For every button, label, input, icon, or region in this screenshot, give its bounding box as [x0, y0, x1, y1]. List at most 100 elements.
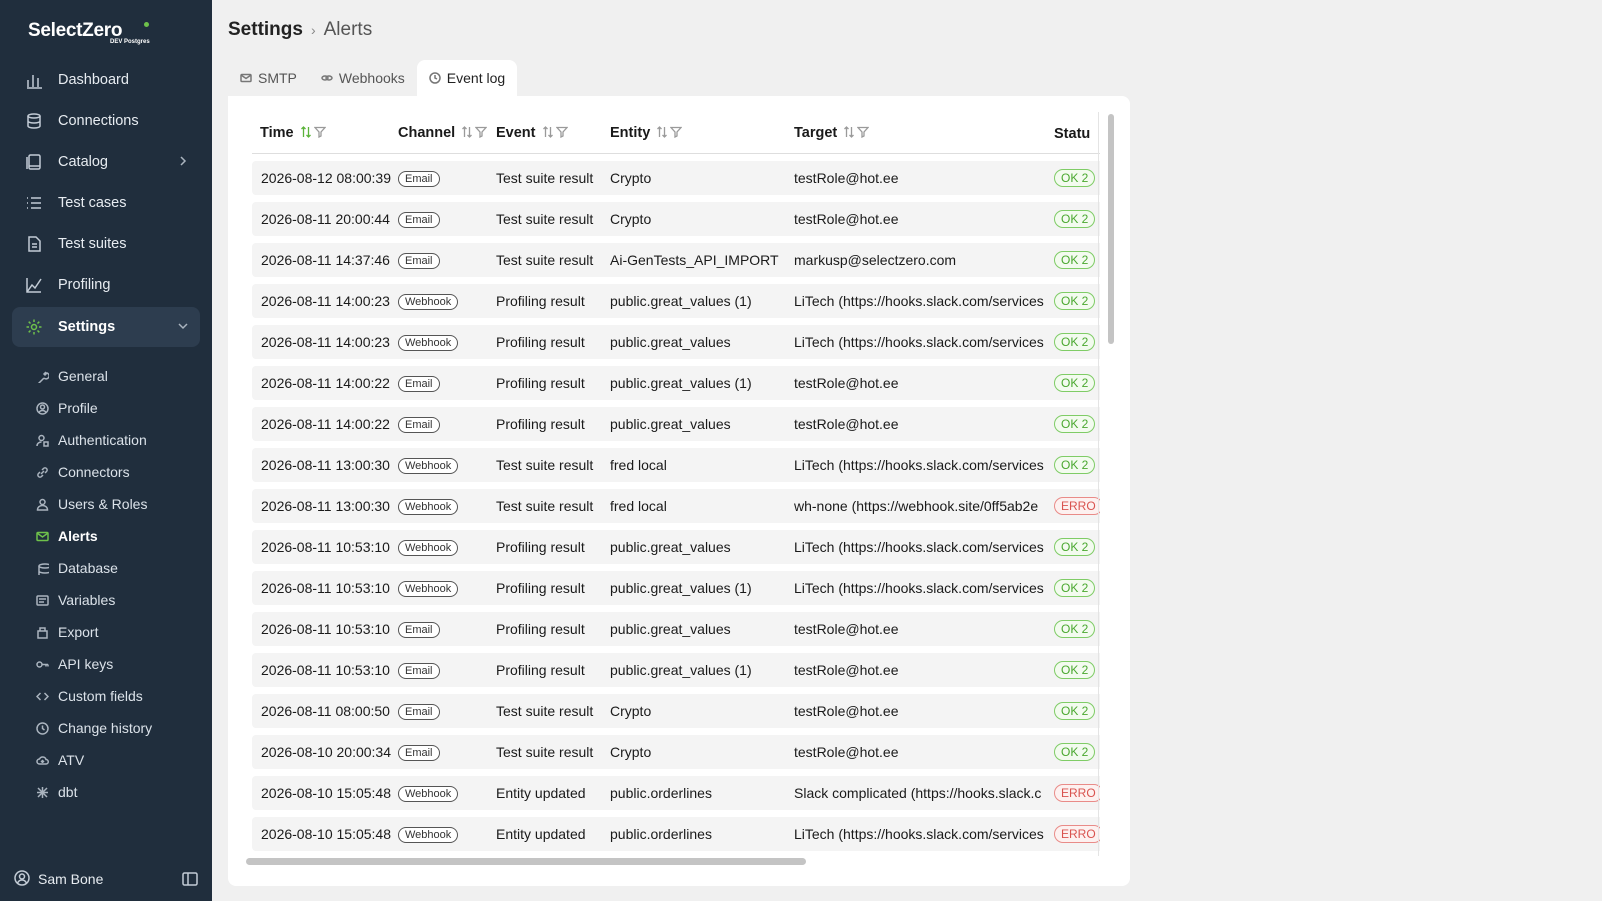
tab-smtp[interactable]: SMTP	[228, 60, 309, 96]
cell-target: LiTech (https://hooks.slack.com/services	[794, 571, 1054, 605]
cell-entity-text: Ai-GenTests_API_IMPORT	[610, 252, 779, 268]
sort-icon[interactable]	[542, 125, 554, 138]
cell-channel: Email	[398, 161, 496, 195]
column-header-target[interactable]: Target	[794, 114, 1054, 154]
horizontal-scrollbar[interactable]	[246, 858, 806, 865]
sidebar-item-change-history[interactable]: Change history	[34, 715, 200, 741]
tab-event-log[interactable]: Event log	[416, 60, 518, 96]
cell-time: 2026-08-11 20:00:44	[252, 202, 398, 236]
nav-item-catalog[interactable]: Catalog	[12, 142, 200, 182]
table-row[interactable]: 2026-08-11 10:53:10 Webhook Profiling resu…	[252, 530, 1100, 564]
column-header-channel[interactable]: Channel	[398, 114, 496, 154]
filter-icon[interactable]	[555, 126, 568, 138]
cell-entity: fred local	[610, 489, 794, 523]
nav-item-settings[interactable]: Settings	[12, 307, 200, 347]
column-header-entity[interactable]: Entity	[610, 114, 794, 154]
sort-icon[interactable]	[300, 125, 312, 138]
tab-webhooks[interactable]: Webhooks	[309, 60, 417, 96]
table-row[interactable]: 2026-08-11 13:00:30 Webhook Test suite res…	[252, 448, 1100, 482]
sort-icon[interactable]	[461, 125, 473, 138]
nav-item-test-cases[interactable]: Test cases	[12, 183, 200, 223]
cell-event: Profiling result	[496, 407, 610, 441]
sidebar-item-dbt[interactable]: dbt	[34, 779, 200, 805]
table-row[interactable]: 2026-08-11 14:37:46 Email Test suite resul…	[252, 243, 1100, 277]
sidebar-item-alerts[interactable]: Alerts	[34, 523, 200, 549]
nav-item-profiling[interactable]: Profiling	[12, 265, 200, 305]
sidebar-item-atv[interactable]: ATV	[34, 747, 200, 773]
cell-channel: Email	[398, 653, 496, 687]
sort-icon[interactable]	[656, 125, 668, 138]
sidebar-item-users-roles[interactable]: Users & Roles	[34, 491, 200, 517]
cell-event-text: Profiling result	[496, 375, 585, 391]
cell-time-text: 2026-08-11 10:53:10	[261, 539, 390, 555]
nav-item-test-suites[interactable]: Test suites	[12, 224, 200, 264]
sidebar-item-profile[interactable]: Profile	[34, 395, 200, 421]
cell-time: 2026-08-11 14:00:23	[252, 325, 398, 359]
table-row[interactable]: 2026-08-11 14:00:23 Webhook Profiling resu…	[252, 325, 1100, 359]
vertical-scrollbar[interactable]	[1108, 114, 1114, 344]
table-row[interactable]: 2026-08-10 15:05:48 Webhook Entity updated…	[252, 776, 1100, 810]
table-row[interactable]: 2026-08-11 20:00:44 Email Test suite resul…	[252, 202, 1100, 236]
column-tools	[656, 125, 684, 142]
sidebar-item-label: Variables	[58, 592, 116, 608]
table-row[interactable]: 2026-08-11 13:00:30 Webhook Test suite res…	[252, 489, 1100, 523]
channel-badge: Email	[398, 171, 440, 187]
nav-item-label: Profiling	[58, 277, 111, 293]
table-row[interactable]: 2026-08-11 14:00:22 Email Profiling result…	[252, 407, 1100, 441]
cell-event: Entity updated	[496, 776, 610, 810]
cell-entity: public.orderlines	[610, 776, 794, 810]
cell-channel: Email	[398, 366, 496, 400]
table-row[interactable]: 2026-08-11 08:00:50 Email Test suite resul…	[252, 694, 1100, 728]
cell-event-text: Profiling result	[496, 334, 585, 350]
user-name[interactable]: Sam Bone	[38, 871, 103, 887]
cell-target: Slack complicated (https://hooks.slack.c	[794, 776, 1054, 810]
sidebar-item-connectors[interactable]: Connectors	[34, 459, 200, 485]
nav-item-connections[interactable]: Connections	[12, 101, 200, 141]
column-header-statu[interactable]: Statu	[1054, 114, 1100, 154]
cell-entity-text: Crypto	[610, 744, 652, 760]
column-header-event[interactable]: Event	[496, 114, 610, 154]
table-row[interactable]: 2026-08-10 15:05:48 Webhook Entity updated…	[252, 817, 1100, 851]
table-row[interactable]: 2026-08-11 10:53:10 Webhook Profiling resu…	[252, 571, 1100, 605]
sort-icon[interactable]	[843, 125, 855, 138]
sidebar-collapse-icon[interactable]	[182, 871, 198, 890]
filter-icon[interactable]	[474, 126, 488, 138]
sidebar-item-api-keys[interactable]: API keys	[34, 651, 200, 677]
cell-event-text: Test suite result	[496, 211, 594, 227]
event-log-table-scroll[interactable]: Time Channel Event Entity Target Statu 2026-0…	[252, 114, 1100, 854]
table-row[interactable]: 2026-08-11 14:00:23 Webhook Profiling resu…	[252, 284, 1100, 318]
cell-event: Test suite result	[496, 489, 610, 523]
breadcrumb-settings[interactable]: Settings	[228, 19, 303, 41]
table-row[interactable]: 2026-08-10 20:00:34 Email Test suite resul…	[252, 735, 1100, 769]
sidebar-item-authentication[interactable]: Authentication	[34, 427, 200, 453]
chevron-down-icon	[176, 319, 190, 333]
table-row[interactable]: 2026-08-11 10:53:10 Email Profiling result…	[252, 612, 1100, 646]
filter-icon[interactable]	[856, 126, 870, 138]
filter-icon[interactable]	[669, 126, 683, 138]
cell-time: 2026-08-11 10:53:10	[252, 530, 398, 564]
cell-entity-text: public.great_values	[610, 539, 731, 555]
table-row[interactable]: 2026-08-11 10:53:10 Email Profiling result…	[252, 653, 1100, 687]
app-logo[interactable]: SelectZero DEV Postgres	[28, 20, 150, 45]
table-row[interactable]: 2026-08-11 14:00:22 Email Profiling result…	[252, 366, 1100, 400]
sidebar-item-custom-fields[interactable]: Custom fields	[34, 683, 200, 709]
cell-event: Entity updated	[496, 817, 610, 851]
column-header-time[interactable]: Time	[252, 114, 398, 154]
sidebar-item-variables[interactable]: Variables	[34, 587, 200, 613]
cell-time: 2026-08-11 08:00:50	[252, 694, 398, 728]
sidebar-item-export[interactable]: Export	[34, 619, 200, 645]
status-badge: OK 2	[1054, 579, 1096, 597]
status-badge: OK 2	[1054, 169, 1096, 187]
user-icon	[34, 496, 50, 512]
cell-status: OK 2	[1054, 161, 1100, 195]
sidebar-item-database[interactable]: Database	[34, 555, 200, 581]
filter-icon[interactable]	[313, 126, 327, 138]
status-badge: ERRO	[1054, 825, 1100, 843]
cell-time: 2026-08-11 10:53:10	[252, 653, 398, 687]
sidebar-item-general[interactable]: General	[34, 363, 200, 389]
table-row[interactable]: 2026-08-12 08:00:39 Email Test suite resul…	[252, 161, 1100, 195]
table-header-row: Time Channel Event Entity Target Statu	[252, 114, 1100, 154]
cell-time-text: 2026-08-11 14:00:23	[261, 334, 390, 350]
status-badge: ERRO	[1054, 784, 1100, 802]
nav-item-dashboard[interactable]: Dashboard	[12, 60, 200, 100]
